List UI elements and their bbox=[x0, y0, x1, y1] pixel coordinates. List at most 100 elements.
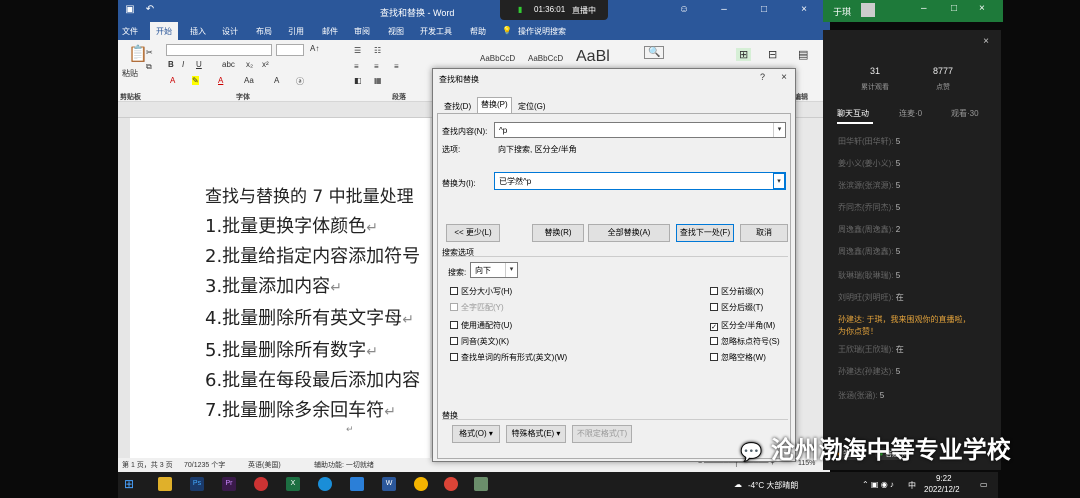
highlight-icon[interactable]: ✎ bbox=[192, 76, 199, 85]
status-language[interactable]: 英语(美国) bbox=[248, 460, 281, 470]
doc-line-4[interactable]: 4.批量删除所有英文字母↵ bbox=[205, 304, 414, 330]
app-icon[interactable] bbox=[350, 477, 364, 491]
strikethrough-icon[interactable]: abc bbox=[222, 60, 235, 69]
paste-icon[interactable]: 📋 bbox=[128, 44, 148, 64]
dialog-close-button[interactable]: × bbox=[781, 72, 787, 83]
clock-date[interactable]: 2022/12/2 bbox=[924, 485, 960, 494]
undo-icon[interactable]: ↶ bbox=[144, 4, 156, 16]
tab-view[interactable]: 视图 bbox=[388, 26, 404, 37]
screen-recorder-icon[interactable] bbox=[254, 477, 268, 491]
paste-button[interactable]: 粘贴 bbox=[122, 68, 138, 79]
tab-insert[interactable]: 插入 bbox=[190, 26, 206, 37]
checkbox-match-prefix[interactable]: 区分前缀(X) bbox=[710, 286, 764, 297]
tab-find[interactable]: 查找(D) bbox=[441, 100, 474, 113]
special-dropdown-button[interactable]: 特殊格式(E) ▾ bbox=[506, 425, 566, 443]
cancel-button[interactable]: 取消 bbox=[740, 224, 788, 242]
checkbox-full-half-width[interactable]: ✓ 区分全/半角(M) bbox=[710, 320, 775, 331]
tab-home[interactable]: 开始 bbox=[150, 22, 178, 40]
account-icon[interactable]: ☺ bbox=[678, 4, 690, 16]
maximize-icon[interactable]: □ bbox=[758, 4, 770, 16]
close-icon[interactable]: × bbox=[979, 3, 985, 14]
minimize-icon[interactable]: – bbox=[921, 3, 927, 14]
tab-review[interactable]: 审阅 bbox=[354, 26, 370, 37]
tab-developer[interactable]: 开发工具 bbox=[420, 26, 452, 37]
doc-line-5[interactable]: 5.批量删除所有数字↵ bbox=[205, 336, 378, 362]
vertical-ruler[interactable] bbox=[118, 118, 130, 458]
tab-help[interactable]: 帮助 bbox=[470, 26, 486, 37]
border-icon[interactable]: ▦ bbox=[374, 76, 382, 85]
find-history-dropdown[interactable]: ▾ bbox=[773, 123, 785, 137]
weather-text[interactable]: -4°C 大部晴朗 bbox=[748, 480, 798, 491]
tab-co-host[interactable]: 连麦·0 bbox=[899, 108, 922, 119]
less-button[interactable]: << 更少(L) bbox=[446, 224, 500, 242]
chrome-icon[interactable] bbox=[444, 477, 458, 491]
bullets-icon[interactable]: ☰ bbox=[354, 46, 361, 55]
find-next-button[interactable]: 查找下一处(F) bbox=[676, 224, 734, 242]
checkbox-match-suffix[interactable]: 区分后缀(T) bbox=[710, 302, 763, 313]
replace-all-button[interactable]: 全部替换(A) bbox=[588, 224, 670, 242]
subscript-icon[interactable]: x₂ bbox=[246, 60, 253, 69]
app-icon[interactable] bbox=[474, 477, 488, 491]
tab-replace[interactable]: 替换(P) bbox=[477, 97, 512, 113]
grow-font-icon[interactable]: A↑ bbox=[310, 44, 319, 53]
premiere-icon[interactable]: Pr bbox=[222, 477, 236, 491]
tab-design[interactable]: 设计 bbox=[222, 26, 238, 37]
phonetic-icon[interactable]: ⓐ bbox=[296, 76, 304, 87]
font-name-select[interactable] bbox=[166, 44, 272, 56]
notification-icon[interactable]: ▭ bbox=[980, 480, 988, 489]
status-words[interactable]: 70/1235 个字 bbox=[184, 460, 225, 470]
style-heading[interactable]: AaBl bbox=[576, 48, 610, 66]
word-icon[interactable]: W bbox=[382, 477, 396, 491]
tab-file[interactable]: 文件 bbox=[122, 26, 138, 37]
doc-line-7[interactable]: 7.批量删除多余回车符↵ bbox=[205, 396, 396, 422]
dialog-help-button[interactable]: ? bbox=[760, 72, 765, 82]
photoshop-icon[interactable]: Ps bbox=[190, 477, 204, 491]
save-icon[interactable]: ▣ bbox=[124, 4, 136, 16]
clock-time[interactable]: 9:22 bbox=[936, 474, 952, 483]
tab-references[interactable]: 引用 bbox=[288, 26, 304, 37]
layout-icon[interactable]: ▤ bbox=[798, 48, 808, 61]
status-accessibility[interactable]: 辅助功能: 一切就绪 bbox=[314, 460, 374, 470]
file-explorer-icon[interactable] bbox=[158, 477, 172, 491]
no-formatting-button[interactable]: 不限定格式(T) bbox=[572, 425, 632, 443]
avatar[interactable] bbox=[861, 3, 875, 17]
restore-icon[interactable]: □ bbox=[951, 3, 957, 14]
format-dropdown-button[interactable]: 格式(O) ▾ bbox=[452, 425, 500, 443]
doc-line-1[interactable]: 1.批量更换字体颜色↵ bbox=[205, 212, 378, 238]
align-left-icon[interactable]: ≡ bbox=[354, 62, 359, 71]
panel-close-icon[interactable]: × bbox=[983, 36, 989, 47]
tab-mailings[interactable]: 邮件 bbox=[322, 26, 338, 37]
replace-button[interactable]: 替换(R) bbox=[532, 224, 584, 242]
checkbox-wildcards[interactable]: 使用通配符(U) bbox=[450, 320, 512, 331]
style-no-spacing[interactable]: AaBbCcD bbox=[528, 54, 563, 63]
font-size-select[interactable] bbox=[276, 44, 304, 56]
close-icon[interactable]: × bbox=[798, 4, 810, 16]
excel-icon[interactable]: X bbox=[286, 477, 300, 491]
search-direction-dropdown[interactable]: ▾ bbox=[505, 263, 517, 277]
ime-indicator[interactable]: 中 bbox=[908, 480, 916, 491]
checkbox-ignore-punctuation[interactable]: 忽略标点符号(S) bbox=[710, 336, 780, 347]
status-page[interactable]: 第 1 页，共 3 页 bbox=[122, 460, 173, 470]
shading-icon[interactable]: ◧ bbox=[354, 76, 362, 85]
tab-chat[interactable]: 聊天互动 bbox=[837, 108, 869, 119]
minimize-icon[interactable]: – bbox=[718, 4, 730, 16]
italic-icon[interactable]: I bbox=[182, 60, 184, 69]
find-icon[interactable]: 🔍 bbox=[644, 46, 665, 59]
tab-layout[interactable]: 布局 bbox=[256, 26, 272, 37]
tell-me-search[interactable]: 操作说明搜索 bbox=[518, 26, 566, 37]
font-color-icon[interactable]: A bbox=[218, 76, 223, 85]
start-icon[interactable]: ⊞ bbox=[124, 477, 138, 491]
checkbox-whole-word[interactable]: 全字匹配(Y) bbox=[450, 302, 504, 313]
numbering-icon[interactable]: ☷ bbox=[374, 46, 381, 55]
style-normal[interactable]: AaBbCcD bbox=[480, 54, 515, 63]
replace-history-dropdown[interactable]: ▾ bbox=[773, 173, 785, 189]
checkbox-match-case[interactable]: 区分大小写(H) bbox=[450, 286, 512, 297]
search-direction-select[interactable]: 向下 ▾ bbox=[470, 262, 518, 278]
find-input[interactable]: ^p ▾ bbox=[494, 122, 786, 138]
clear-format-icon[interactable]: A bbox=[274, 76, 279, 85]
app-icon[interactable] bbox=[414, 477, 428, 491]
style-pane-icon[interactable]: ⊞ bbox=[736, 48, 752, 61]
tab-viewers[interactable]: 观看·30 bbox=[951, 108, 979, 119]
checkbox-sounds-like[interactable]: 同音(英文)(K) bbox=[450, 336, 509, 347]
copy-icon[interactable]: ⧉ bbox=[146, 62, 152, 72]
